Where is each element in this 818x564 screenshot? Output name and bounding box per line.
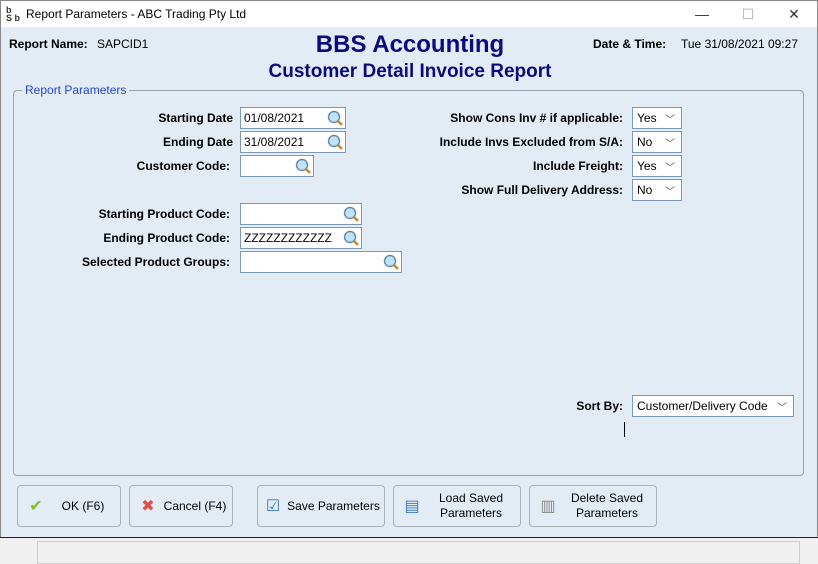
show-full-delivery-select[interactable]: No ﹀ xyxy=(632,179,682,201)
selected-product-groups-input[interactable] xyxy=(240,251,402,273)
starting-date-label: Starting Date xyxy=(158,111,233,125)
ending-product-code-input[interactable]: ZZZZZZZZZZZZ xyxy=(240,227,362,249)
cancel-button[interactable]: ✖ Cancel (F4) xyxy=(129,485,233,527)
search-icon[interactable] xyxy=(343,230,359,246)
include-excluded-select[interactable]: No ﹀ xyxy=(632,131,682,153)
search-icon[interactable] xyxy=(327,134,343,150)
x-icon: ✖ xyxy=(141,498,155,515)
include-freight-value: Yes xyxy=(637,159,657,173)
close-button[interactable]: ✕ xyxy=(771,1,817,28)
datetime-value: Tue 31/08/2021 09:27 xyxy=(681,37,798,51)
ending-date-input[interactable]: 31/08/2021 xyxy=(240,131,346,153)
starting-product-code-input[interactable] xyxy=(240,203,362,225)
include-excluded-label: Include Invs Excluded from S/A: xyxy=(439,135,623,149)
show-full-delivery-value: No xyxy=(637,183,653,197)
ending-date-value: 31/08/2021 xyxy=(244,135,305,149)
customer-code-input[interactable] xyxy=(240,155,314,177)
starting-product-code-label: Starting Product Code: xyxy=(98,207,230,221)
report-title: Customer Detail Invoice Report xyxy=(268,61,552,82)
include-freight-label: Include Freight: xyxy=(533,159,623,173)
include-freight-select[interactable]: Yes ﹀ xyxy=(632,155,682,177)
show-cons-inv-value: Yes xyxy=(637,111,657,125)
search-icon[interactable] xyxy=(327,110,343,126)
chevron-down-icon: ﹀ xyxy=(665,139,675,150)
show-cons-inv-label: Show Cons Inv # if applicable: xyxy=(450,111,623,125)
window-title: Report Parameters - ABC Trading Pty Ltd xyxy=(26,7,247,21)
trash-icon: ▥ xyxy=(540,498,556,515)
delete-saved-parameters-button[interactable]: ▥ Delete Saved Parameters xyxy=(529,485,657,527)
chevron-down-icon: ﹀ xyxy=(665,187,675,198)
title-bar: bS b Report Parameters - ABC Trading Pty… xyxy=(0,0,818,27)
show-cons-inv-select[interactable]: Yes ﹀ xyxy=(632,107,682,129)
app-icon: bS b xyxy=(6,5,21,23)
group-legend: Report Parameters xyxy=(22,83,130,97)
minimize-button[interactable]: — xyxy=(679,1,725,28)
customer-code-label: Customer Code: xyxy=(136,159,230,173)
ending-product-code-label: Ending Product Code: xyxy=(103,231,230,245)
selected-product-groups-label: Selected Product Groups: xyxy=(81,255,230,269)
app-title: BBS Accounting xyxy=(315,31,505,58)
text-cursor xyxy=(624,422,625,437)
sort-by-label: Sort By: xyxy=(576,399,623,413)
show-full-delivery-label: Show Full Delivery Address: xyxy=(461,183,623,197)
search-icon[interactable] xyxy=(295,158,311,174)
ending-date-label: Ending Date xyxy=(162,135,233,149)
sort-by-value: Customer/Delivery Code xyxy=(637,399,768,413)
load-saved-parameters-button[interactable]: ▤ Load Saved Parameters xyxy=(393,485,521,527)
ok-label: OK (F6) xyxy=(61,498,105,513)
search-icon[interactable] xyxy=(343,206,359,222)
status-panel xyxy=(37,541,800,564)
load-form-icon: ▤ xyxy=(404,498,420,515)
chevron-down-icon: ﹀ xyxy=(777,403,787,414)
search-icon[interactable] xyxy=(383,254,399,270)
starting-date-input[interactable]: 01/08/2021 xyxy=(240,107,346,129)
chevron-down-icon: ﹀ xyxy=(665,115,675,126)
cancel-label: Cancel (F4) xyxy=(163,498,227,513)
checkmark-icon: ✔ xyxy=(29,498,43,515)
load-label: Load Saved Parameters xyxy=(438,491,504,520)
report-parameters-group xyxy=(13,90,804,476)
sort-by-select[interactable]: Customer/Delivery Code ﹀ xyxy=(632,395,794,417)
ok-button[interactable]: ✔ OK (F6) xyxy=(17,485,121,527)
report-name-label: Report Name: xyxy=(9,37,88,51)
ending-product-code-value: ZZZZZZZZZZZZ xyxy=(244,231,332,245)
include-excluded-value: No xyxy=(637,135,653,149)
delete-label: Delete Saved Parameters xyxy=(570,491,644,520)
save-label: Save Parameters xyxy=(287,498,380,513)
report-name-value: SAPCID1 xyxy=(97,37,149,51)
chevron-down-icon: ﹀ xyxy=(665,163,675,174)
save-parameters-button[interactable]: ☑ Save Parameters xyxy=(257,485,385,527)
save-form-icon: ☑ xyxy=(265,498,281,515)
datetime-label: Date & Time: xyxy=(593,37,667,51)
starting-date-value: 01/08/2021 xyxy=(244,111,305,125)
maximize-button[interactable]: ☐ xyxy=(725,1,771,28)
